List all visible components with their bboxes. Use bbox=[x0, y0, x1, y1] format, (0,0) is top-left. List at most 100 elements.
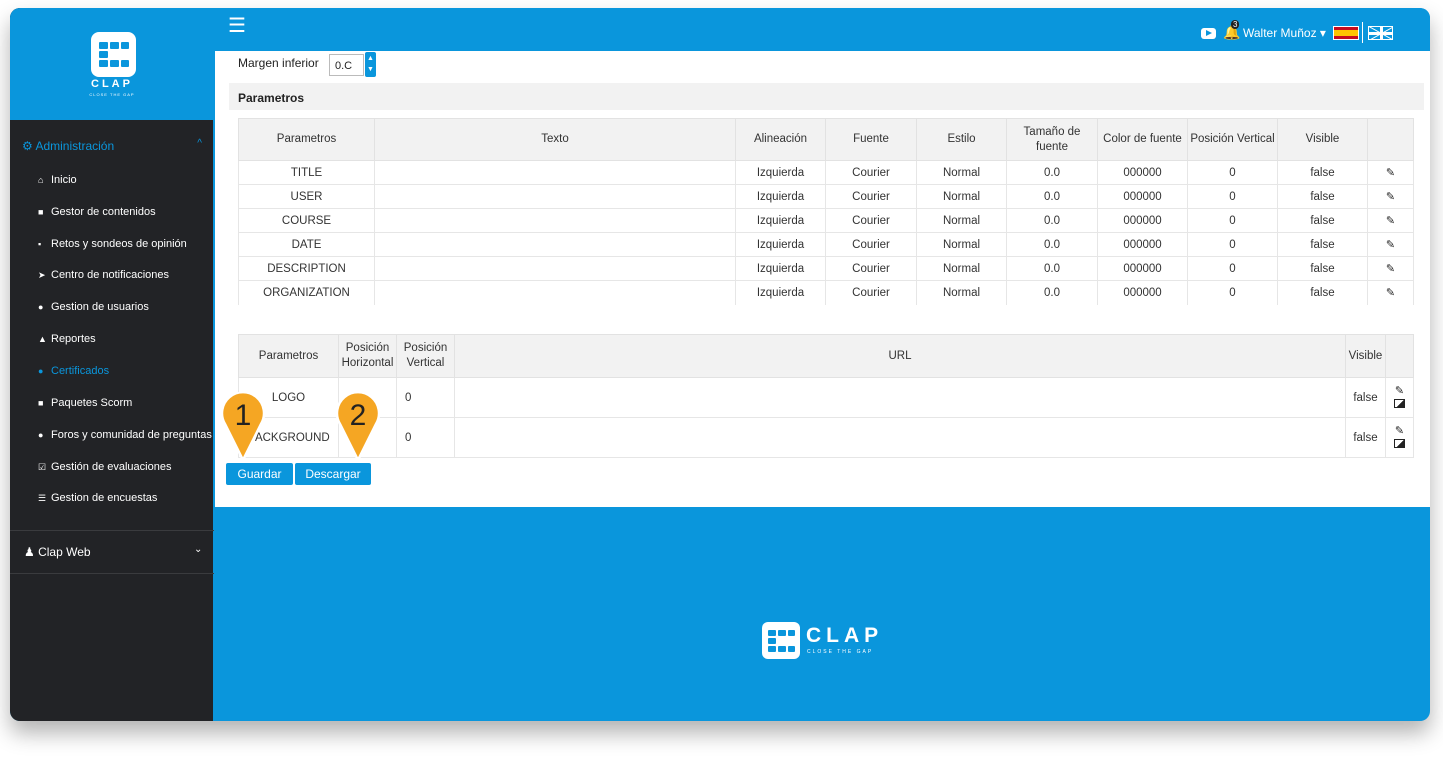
image-icon[interactable] bbox=[1394, 398, 1405, 408]
table-cell: 0 bbox=[396, 417, 455, 458]
sidebar-item-usuarios[interactable]: ● Gestion de usuarios bbox=[38, 301, 149, 313]
edit-cell: ✎ bbox=[1367, 184, 1414, 209]
table-cell: 0 bbox=[1187, 184, 1278, 209]
column-header: Posición Vertical bbox=[1187, 118, 1278, 161]
table-cell: 0.0 bbox=[1006, 280, 1098, 305]
sidebar-item-label: Inicio bbox=[51, 174, 77, 186]
sidebar-item-notificaciones[interactable]: ➤ Centro de notificaciones bbox=[38, 269, 169, 281]
edit-cell: ✎ bbox=[1367, 280, 1414, 305]
table-row: COURSE Izquierda Courier Normal 0.0 000000 0 fa… bbox=[238, 208, 1414, 233]
column-header: URL bbox=[454, 334, 1346, 378]
sidebar-item-retos[interactable]: ▪ Retos y sondeos de opinión bbox=[38, 238, 187, 250]
sidebar-item-evaluaciones[interactable]: ☑ Gestión de evaluaciones bbox=[38, 461, 171, 473]
pencil-icon[interactable]: ✎ bbox=[1386, 384, 1413, 398]
actions-cell: ✎ bbox=[1385, 377, 1414, 418]
table-cell: 000000 bbox=[1097, 184, 1188, 209]
guardar-button[interactable]: Guardar bbox=[226, 463, 293, 485]
table-cell bbox=[454, 417, 1346, 458]
spanish-flag-icon[interactable] bbox=[1333, 26, 1359, 40]
margen-inferior-stepper[interactable]: ▲ ▼ bbox=[365, 52, 376, 77]
column-header: Posición Vertical bbox=[396, 334, 455, 378]
sidebar-item-inicio[interactable]: ⌂ Inicio bbox=[38, 174, 77, 186]
sidebar-item-scorm[interactable]: ■ Paquetes Scorm bbox=[38, 397, 132, 409]
table-row: USER Izquierda Courier Normal 0.0 000000 0 fals… bbox=[238, 184, 1414, 209]
list-icon: ☰ bbox=[38, 493, 47, 503]
caret-up-icon[interactable]: ▲ bbox=[365, 53, 376, 64]
pencil-icon[interactable]: ✎ bbox=[1386, 287, 1395, 299]
table-cell: false bbox=[1277, 256, 1368, 281]
column-header: Color de fuente bbox=[1097, 118, 1188, 161]
sidebar-item-label: Centro de notificaciones bbox=[51, 269, 170, 281]
chevron-down-icon[interactable]: ⌄ bbox=[194, 544, 202, 555]
table-cell: DESCRIPTION bbox=[238, 256, 375, 281]
table-cell: Courier bbox=[825, 232, 917, 257]
table-cell: false bbox=[1345, 417, 1386, 458]
pencil-icon[interactable]: ✎ bbox=[1386, 215, 1395, 227]
user-icon: ♟ bbox=[24, 545, 39, 559]
margen-inferior-label: Margen inferior bbox=[238, 56, 319, 70]
flag-divider bbox=[1362, 22, 1363, 43]
margen-inferior-input[interactable]: 0.C bbox=[329, 54, 364, 76]
sidebar-section-clapweb[interactable]: ♟ Clap Web bbox=[24, 545, 91, 559]
sidebar: CLAP CLOSE THE GAP ⚙ Administración ^ ⌂ I… bbox=[10, 8, 214, 721]
pencil-icon[interactable]: ✎ bbox=[1386, 424, 1413, 438]
uk-flag-icon[interactable] bbox=[1368, 26, 1393, 40]
table-row: TITLE Izquierda Courier Normal 0.0 000000 0 fal… bbox=[238, 160, 1414, 185]
table-cell: Izquierda bbox=[735, 184, 826, 209]
sidebar-item-reportes[interactable]: ▲ Reportes bbox=[38, 333, 96, 345]
sidebar-item-label: Gestion de usuarios bbox=[51, 301, 149, 313]
table-row: BACKGROUND 0 false ✎ bbox=[238, 417, 1414, 458]
sidebar-item-label: Reportes bbox=[51, 333, 96, 345]
sidebar-item-foros[interactable]: ● Foros y comunidad de preguntas bbox=[38, 429, 212, 441]
caret-down-icon[interactable]: ▼ bbox=[365, 64, 376, 75]
descargar-button[interactable]: Descargar bbox=[295, 463, 371, 485]
sidebar-item-encuestas[interactable]: ☰ Gestion de encuestas bbox=[38, 492, 157, 504]
pencil-icon[interactable]: ✎ bbox=[1386, 191, 1395, 203]
table-cell: Normal bbox=[916, 232, 1007, 257]
table-cell: USER bbox=[238, 184, 375, 209]
table-cell: false bbox=[1277, 184, 1368, 209]
menu-toggle-icon[interactable]: ☰ bbox=[228, 16, 246, 36]
archive-icon: ■ bbox=[38, 398, 44, 408]
table-header-row: Parametros Posición Horizontal Posición Ve… bbox=[238, 334, 1414, 378]
sidebar-item-gestor-contenidos[interactable]: ■ Gestor de contenidos bbox=[38, 206, 156, 218]
sidebar-item-certificados[interactable]: ● Certificados bbox=[38, 365, 109, 377]
pencil-icon[interactable]: ✎ bbox=[1386, 263, 1395, 275]
sidebar-section-label: Clap Web bbox=[38, 545, 91, 559]
table-cell bbox=[374, 208, 736, 233]
sidebar-item-label: Retos y sondeos de opinión bbox=[51, 238, 187, 250]
youtube-icon[interactable] bbox=[1201, 28, 1216, 39]
table-cell: 0 bbox=[396, 377, 455, 418]
column-header: Alineación bbox=[735, 118, 826, 161]
edit-cell: ✎ bbox=[1367, 160, 1414, 185]
sidebar-item-label: Gestion de encuestas bbox=[51, 492, 158, 504]
table-cell bbox=[374, 256, 736, 281]
comments-icon: ● bbox=[38, 430, 44, 440]
cogs-icon: ⚙ bbox=[22, 139, 33, 153]
edit-cell: ✎ bbox=[1367, 232, 1414, 257]
sidebar-item-label: Certificados bbox=[51, 365, 110, 377]
table-cell: Courier bbox=[825, 208, 917, 233]
brand-logo[interactable]: CLAP CLOSE THE GAP bbox=[10, 8, 213, 120]
table-cell: 0 bbox=[1187, 208, 1278, 233]
main-content: Margen inferior 0.C ▲ ▼ Parametros Parame… bbox=[215, 51, 1430, 507]
table-cell: 0.0 bbox=[1006, 232, 1098, 257]
user-menu[interactable]: Walter Muñoz ▾ bbox=[1243, 26, 1326, 40]
table-cell: Courier bbox=[825, 256, 917, 281]
image-icon[interactable] bbox=[1394, 438, 1405, 448]
table-cell: Courier bbox=[825, 280, 917, 305]
table-cell: Izquierda bbox=[735, 280, 826, 305]
table-cell: false bbox=[1277, 208, 1368, 233]
pencil-icon[interactable]: ✎ bbox=[1386, 167, 1395, 179]
sidebar-item-label: Foros y comunidad de preguntas bbox=[51, 429, 212, 441]
sidebar-section-administracion[interactable]: ⚙ Administración ^ bbox=[10, 131, 214, 161]
table-cell: 0.0 bbox=[1006, 160, 1098, 185]
table-cell: 0 bbox=[1187, 280, 1278, 305]
table-cell: 000000 bbox=[1097, 280, 1188, 305]
table-cell: Normal bbox=[916, 184, 1007, 209]
pencil-icon[interactable]: ✎ bbox=[1386, 239, 1395, 251]
edit-cell: ✎ bbox=[1367, 256, 1414, 281]
app-window: CLAP CLOSE THE GAP ⚙ Administración ^ ⌂ I… bbox=[10, 8, 1430, 721]
column-header: Estilo bbox=[916, 118, 1007, 161]
chevron-up-icon: ^ bbox=[197, 138, 202, 149]
